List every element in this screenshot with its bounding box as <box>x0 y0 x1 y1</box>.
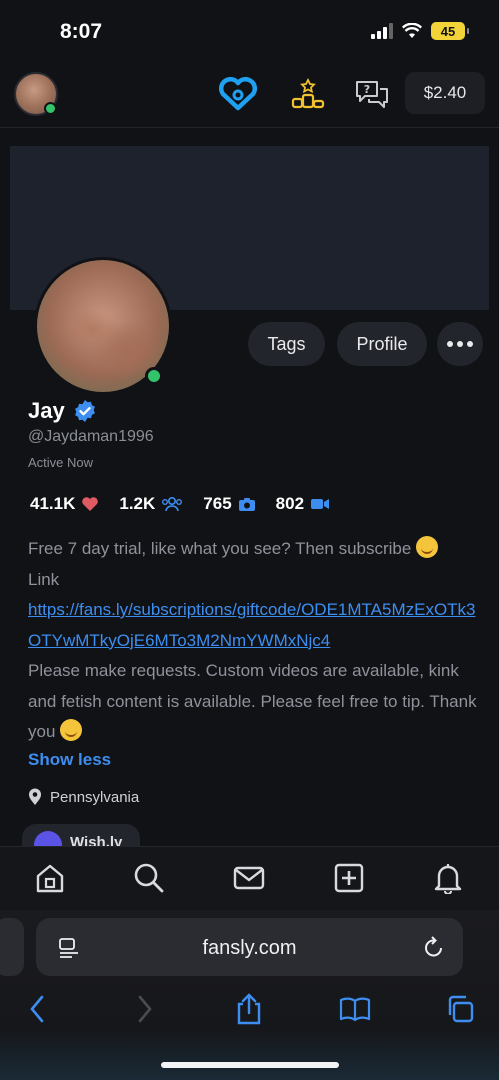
profile-bio: Free 7 day trial, like what you see? The… <box>28 534 484 748</box>
status-bar: 8:07 45 <box>0 0 499 64</box>
more-dot-icon <box>447 341 453 347</box>
forward-button[interactable] <box>128 992 162 1026</box>
chevron-right-icon <box>138 995 152 1023</box>
back-button[interactable] <box>20 992 54 1026</box>
book-icon <box>339 997 371 1022</box>
location-pin-icon <box>29 788 41 805</box>
nav-home[interactable] <box>33 861 67 895</box>
nav-notifications[interactable] <box>431 861 465 895</box>
bio-subscription-link[interactable]: https://fans.ly/subscriptions/giftcode/O… <box>28 600 476 650</box>
heart-icon <box>82 497 99 511</box>
profile-stats: 41.1K 1.2K 765 802 <box>30 494 330 514</box>
reload-icon[interactable] <box>423 935 445 959</box>
bookmarks-button[interactable] <box>338 992 372 1026</box>
tags-button[interactable]: Tags <box>248 322 325 366</box>
bell-icon <box>434 864 462 894</box>
url-text: fansly.com <box>202 937 297 959</box>
wifi-icon <box>402 23 422 38</box>
home-indicator[interactable] <box>161 1062 339 1068</box>
leaderboard-icon[interactable] <box>288 76 328 112</box>
show-less-link[interactable]: Show less <box>28 750 111 770</box>
address-bar[interactable]: fansly.com <box>36 918 463 976</box>
plus-square-icon <box>334 863 364 893</box>
videos-stat[interactable]: 802 <box>276 494 330 514</box>
profile-location: Pennsylvania <box>28 788 139 806</box>
status-time: 8:07 <box>60 20 103 43</box>
tabs-icon <box>448 995 474 1023</box>
home-icon <box>36 864 64 893</box>
likes-count: 41.1K <box>30 494 76 513</box>
users-icon <box>162 496 183 512</box>
share-button[interactable] <box>232 992 266 1026</box>
search-icon <box>134 863 164 893</box>
bio-link-label: Link <box>28 569 60 589</box>
browser-toolbar: fansly.com <box>0 910 499 1080</box>
smiling-face-emoji-icon <box>60 719 83 741</box>
photos-stat[interactable]: 765 <box>203 494 255 514</box>
svg-text:?: ? <box>364 83 370 96</box>
profile-name: Jay <box>28 398 65 423</box>
location-text: Pennsylvania <box>50 788 140 806</box>
more-dot-icon <box>457 341 463 347</box>
nav-search[interactable] <box>132 861 166 895</box>
camera-icon <box>238 497 255 511</box>
bio-requests-text: Please make requests. Custom videos are … <box>28 661 477 741</box>
wallet-balance-button[interactable]: $2.40 <box>405 72 485 114</box>
bio-intro-text: Free 7 day trial, like what you see? The… <box>28 539 417 558</box>
photos-count: 765 <box>203 494 232 513</box>
chevron-left-icon <box>30 995 44 1023</box>
subscribers-stat[interactable]: 1.2K <box>119 494 183 514</box>
profile-name-row: Jay <box>28 398 97 424</box>
videos-count: 802 <box>275 494 305 513</box>
fansly-logo-icon[interactable] <box>218 76 258 112</box>
previous-tab-preview[interactable] <box>0 918 24 976</box>
share-icon <box>237 993 261 1025</box>
status-indicators: 45 <box>371 22 469 40</box>
profile-button[interactable]: Profile <box>337 322 427 366</box>
more-options-button[interactable] <box>437 322 483 366</box>
app-header: ? $2.40 <box>0 64 499 128</box>
cellular-signal-icon <box>371 23 393 39</box>
mail-icon <box>233 866 265 890</box>
video-camera-icon <box>311 499 330 509</box>
online-status-dot <box>44 102 57 115</box>
profile-handle: @Jaydaman1996 <box>28 428 154 445</box>
likes-stat[interactable]: 41.1K <box>30 494 99 514</box>
bottom-navigation <box>0 846 499 910</box>
chat-help-icon[interactable]: ? <box>352 76 392 112</box>
profile-online-dot <box>145 367 163 385</box>
subscribers-count: 1.2K <box>119 494 156 513</box>
nav-messages[interactable] <box>232 861 266 895</box>
nav-create-post[interactable] <box>332 861 366 895</box>
more-dot-icon <box>467 341 473 347</box>
verified-badge-icon <box>74 400 95 422</box>
tabs-button[interactable] <box>443 992 477 1026</box>
battery-indicator: 45 <box>431 22 469 40</box>
smiling-face-emoji-icon <box>416 536 439 558</box>
active-status: Active Now <box>28 455 94 470</box>
